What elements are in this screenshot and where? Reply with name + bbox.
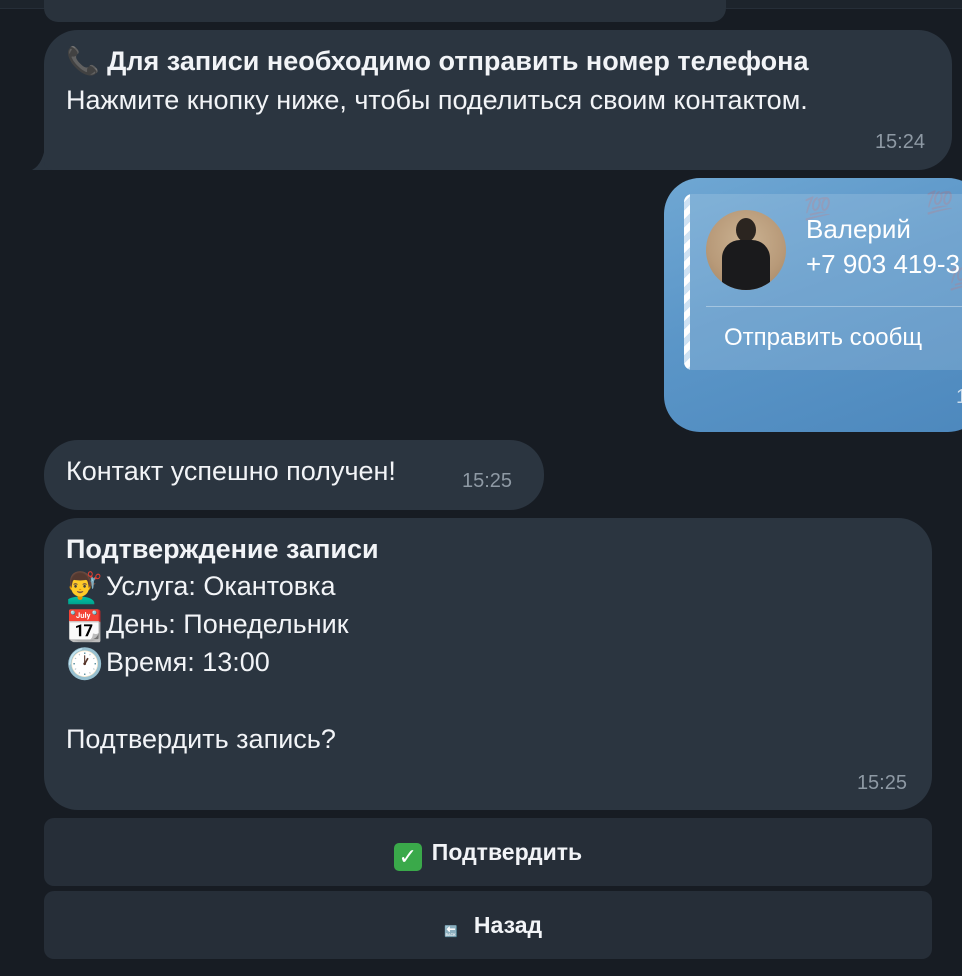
contact-received-message: Контакт успешно получен! 15:25 bbox=[44, 440, 544, 510]
phone-receiver-icon: 📞 bbox=[66, 46, 100, 76]
shared-contact-message[interactable]: 💯 💯 💯 Валерий +7 903 419-3 Отправить соо… bbox=[664, 178, 962, 432]
check-mark-icon: ✓ bbox=[393, 843, 422, 871]
message-time: 15:24 bbox=[874, 131, 925, 153]
message-time: 15:25 bbox=[856, 772, 907, 794]
message-time: 15:25 bbox=[462, 470, 513, 492]
previous-message-edge bbox=[44, 0, 726, 22]
contact-name: Валерий bbox=[806, 214, 911, 244]
contact-card[interactable]: Валерий +7 903 419-3 Отправить сообщ bbox=[684, 194, 962, 370]
contact-phone: +7 903 419-3 bbox=[806, 249, 960, 279]
contact-divider bbox=[706, 306, 962, 307]
calendar-icon: 📆 bbox=[66, 610, 104, 643]
phone-request-message: 📞 Для записи необходимо отправить номер … bbox=[44, 30, 952, 170]
barber-icon: 💇‍♂️ bbox=[66, 572, 104, 605]
phone-request-body: Нажмите кнопку ниже, чтобы поделиться св… bbox=[66, 85, 808, 115]
message-time: 1 bbox=[956, 386, 962, 408]
time-line: 🕐Время: 13:00 bbox=[66, 647, 270, 681]
booking-confirmation-message: Подтверждение записи 💇‍♂️Услуга: Окантов… bbox=[44, 518, 932, 810]
back-button-label: Назад bbox=[473, 912, 543, 938]
contact-card-accent bbox=[684, 194, 690, 370]
back-button[interactable]: 🔙 Назад bbox=[44, 891, 932, 959]
clock-icon: 🕐 bbox=[66, 648, 104, 681]
service-line: 💇‍♂️Услуга: Окантовка bbox=[66, 571, 336, 605]
phone-request-title: 📞 Для записи необходимо отправить номер … bbox=[66, 46, 809, 76]
back-arrow-icon: 🔙 bbox=[444, 926, 458, 938]
avatar[interactable] bbox=[706, 210, 786, 290]
confirmation-title: Подтверждение записи bbox=[66, 534, 379, 564]
day-line: 📆День: Понедельник bbox=[66, 609, 349, 643]
confirm-button[interactable]: ✓ Подтвердить bbox=[44, 818, 932, 886]
send-message-button[interactable]: Отправить сообщ bbox=[724, 324, 922, 352]
confirm-button-label: Подтвердить bbox=[431, 839, 583, 865]
confirmation-question: Подтвердить запись? bbox=[66, 724, 336, 754]
contact-received-text: Контакт успешно получен! bbox=[66, 456, 396, 486]
